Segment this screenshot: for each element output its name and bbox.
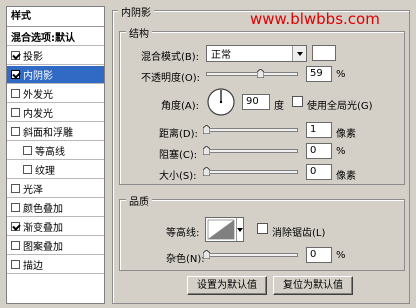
style-item-label: 斜面和浮雕 <box>23 128 73 139</box>
styles-header: 样式 <box>7 7 104 27</box>
reset-default-button[interactable]: 复位为默认值 <box>273 276 353 295</box>
distance-input[interactable]: 1 <box>306 122 332 138</box>
contour-checkbox[interactable] <box>23 146 32 155</box>
structure-title: 结构 <box>126 25 152 40</box>
style-item-label: 颜色叠加 <box>23 204 63 215</box>
inner-glow-checkbox[interactable] <box>11 108 20 117</box>
contour-label: 等高线: <box>166 228 200 239</box>
distance-unit: 像素 <box>336 129 356 140</box>
shadow-color-swatch[interactable] <box>312 45 336 61</box>
global-light-label: 使用全局光(G) <box>307 101 373 112</box>
style-item-drop-shadow[interactable]: 投影 <box>7 47 104 65</box>
style-item-label: 等高线 <box>35 147 65 158</box>
pattern-overlay-checkbox[interactable] <box>11 241 20 250</box>
style-item-bevel-emboss[interactable]: 斜面和浮雕 <box>7 123 104 141</box>
style-item-inner-glow[interactable]: 内发光 <box>7 104 104 122</box>
drop-shadow-checkbox[interactable] <box>11 51 20 60</box>
choke-label: 阻塞(C): <box>159 150 198 161</box>
make-default-button[interactable]: 设置为默认值 <box>187 276 267 295</box>
choke-slider[interactable] <box>206 149 298 153</box>
noise-slider[interactable] <box>206 253 298 257</box>
angle-unit: 度 <box>274 101 284 112</box>
noise-unit: % <box>336 250 346 261</box>
quality-group <box>119 199 405 271</box>
chevron-down-icon <box>292 46 306 61</box>
opacity-slider-thumb[interactable] <box>256 69 264 78</box>
style-item-texture[interactable]: 纹理 <box>7 161 104 179</box>
style-item-label: 外发光 <box>23 90 53 101</box>
style-item-label: 内阴影 <box>23 71 53 82</box>
bevel-emboss-checkbox[interactable] <box>11 127 20 136</box>
global-light-checkbox[interactable] <box>292 96 303 107</box>
noise-slider-thumb[interactable] <box>203 250 210 259</box>
angle-dial[interactable] <box>206 87 236 117</box>
blend-options-item[interactable]: 混合选项:默认 <box>7 28 104 46</box>
style-item-satin[interactable]: 光泽 <box>7 180 104 198</box>
distance-slider-thumb[interactable] <box>203 125 210 134</box>
size-input[interactable]: 0 <box>306 164 332 180</box>
anti-alias-label: 消除锯齿(L) <box>272 228 326 239</box>
style-item-label: 描边 <box>23 261 43 272</box>
style-item-stroke[interactable]: 描边 <box>7 256 104 274</box>
size-slider-thumb[interactable] <box>203 167 210 176</box>
size-label: 大小(S): <box>159 171 197 182</box>
opacity-input[interactable]: 59 <box>306 66 332 82</box>
choke-input[interactable]: 0 <box>306 143 332 159</box>
styles-list-panel: 样式 混合选项:默认 投影 内阴影 外发光 内发光 斜面和浮雕 等高线 纹理 光… <box>6 6 105 304</box>
size-slider[interactable] <box>206 170 298 174</box>
choke-unit: % <box>336 146 346 157</box>
opacity-unit: % <box>336 69 346 80</box>
angle-label: 角度(A): <box>161 101 200 112</box>
blend-mode-select[interactable]: 正常 <box>206 45 307 62</box>
chevron-down-icon <box>236 218 243 241</box>
opacity-slider[interactable] <box>206 72 298 76</box>
gradient-overlay-checkbox[interactable] <box>11 222 20 231</box>
opacity-label: 不透明度(O): <box>141 73 201 84</box>
style-item-label: 纹理 <box>35 166 55 177</box>
style-item-inner-shadow[interactable]: 内阴影 <box>7 66 104 84</box>
satin-checkbox[interactable] <box>11 184 20 193</box>
style-item-label: 投影 <box>23 52 43 63</box>
quality-title: 品质 <box>126 193 152 208</box>
contour-preview <box>206 218 236 241</box>
blend-mode-label: 混合模式(B): <box>141 52 200 63</box>
stroke-checkbox[interactable] <box>11 260 20 269</box>
blend-mode-value: 正常 <box>211 50 231 61</box>
style-item-contour[interactable]: 等高线 <box>7 142 104 160</box>
style-item-gradient-overlay[interactable]: 渐变叠加 <box>7 218 104 236</box>
style-item-pattern-overlay[interactable]: 图案叠加 <box>7 237 104 255</box>
style-item-label: 图案叠加 <box>23 242 63 253</box>
panel-title: 内阴影 <box>118 4 154 19</box>
noise-input[interactable]: 0 <box>306 247 332 263</box>
noise-label: 杂色(N): <box>166 254 205 265</box>
outer-glow-checkbox[interactable] <box>11 89 20 98</box>
style-item-label: 光泽 <box>23 185 43 196</box>
texture-checkbox[interactable] <box>23 165 32 174</box>
size-unit: 像素 <box>336 171 356 182</box>
style-item-outer-glow[interactable]: 外发光 <box>7 85 104 103</box>
distance-slider[interactable] <box>206 128 298 132</box>
style-item-color-overlay[interactable]: 颜色叠加 <box>7 199 104 217</box>
choke-slider-thumb[interactable] <box>203 146 210 155</box>
angle-input[interactable]: 90 <box>242 94 270 110</box>
anti-alias-checkbox[interactable] <box>257 223 268 234</box>
inner-shadow-checkbox[interactable] <box>11 70 20 79</box>
blend-options-label: 混合选项:默认 <box>11 33 75 44</box>
contour-picker[interactable] <box>205 217 244 242</box>
style-item-label: 内发光 <box>23 109 53 120</box>
style-item-label: 渐变叠加 <box>23 223 63 234</box>
color-overlay-checkbox[interactable] <box>11 203 20 212</box>
distance-label: 距离(D): <box>159 129 198 140</box>
